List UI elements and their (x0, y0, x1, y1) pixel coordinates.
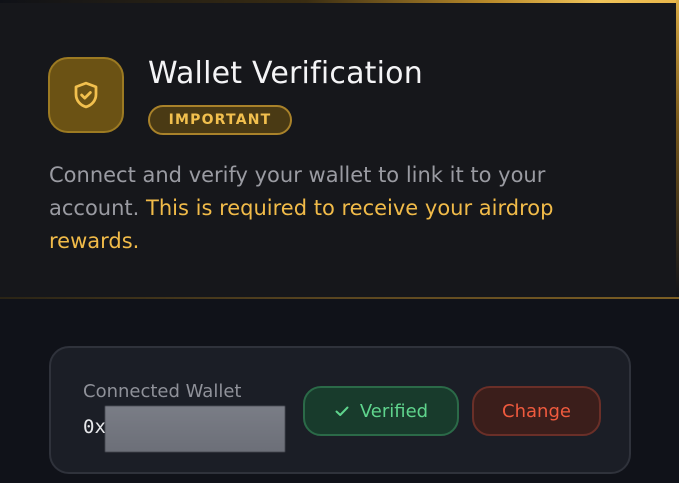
wallet-address: 0x (83, 416, 106, 438)
shield-check-icon (74, 81, 98, 109)
wallet-verification-screen: Wallet Verification IMPORTANT Connect an… (0, 0, 679, 483)
redacted-address (105, 406, 285, 452)
important-badge: IMPORTANT (148, 105, 292, 135)
page-title: Wallet Verification (148, 56, 423, 91)
top-accent-border (0, 0, 679, 3)
shield-icon-tile (48, 57, 124, 133)
section-divider (0, 297, 679, 299)
change-wallet-button[interactable]: Change (472, 386, 601, 436)
connected-wallet-card: Connected Wallet 0x Verified Change (49, 346, 631, 474)
description: Connect and verify your wallet to link i… (49, 159, 629, 258)
header-panel: Wallet Verification IMPORTANT Connect an… (0, 3, 676, 298)
wallet-label: Connected Wallet (83, 381, 242, 402)
verified-button[interactable]: Verified (303, 386, 459, 436)
check-icon (335, 406, 349, 416)
verified-label: Verified (359, 400, 429, 422)
